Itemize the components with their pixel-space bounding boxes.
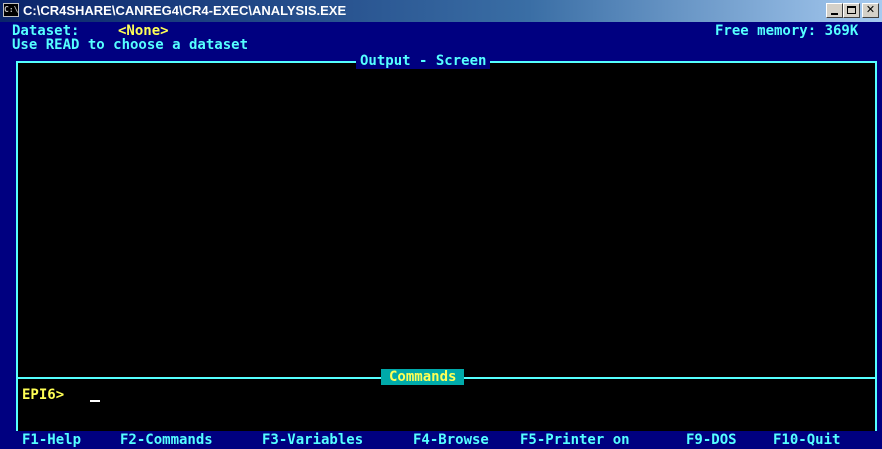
console-icon[interactable]: C:\ — [3, 3, 19, 17]
minimize-icon — [831, 13, 838, 15]
minimize-button[interactable] — [826, 3, 843, 18]
text-cursor — [90, 400, 100, 402]
commands-panel[interactable] — [16, 377, 877, 433]
close-button[interactable]: ✕ — [862, 3, 879, 18]
f3-variables-key[interactable]: F3-Variables — [262, 432, 363, 448]
output-screen-panel — [16, 61, 877, 381]
close-icon: ✕ — [865, 3, 876, 16]
title-bar[interactable]: C:\ C:\CR4SHARE\CANREG4\CR4-EXEC\ANALYSI… — [0, 0, 882, 22]
f5-printer-key[interactable]: F5-Printer on — [520, 432, 630, 448]
f2-commands-key[interactable]: F2-Commands — [120, 432, 213, 448]
maximize-icon — [847, 6, 856, 14]
maximize-button[interactable] — [843, 3, 860, 18]
f4-browse-key[interactable]: F4-Browse — [413, 432, 489, 448]
f10-quit-key[interactable]: F10-Quit — [773, 432, 840, 448]
window-title: C:\CR4SHARE\CANREG4\CR4-EXEC\ANALYSIS.EX… — [23, 3, 347, 18]
command-prompt[interactable]: EPI6> — [22, 387, 64, 403]
commands-title: Commands — [381, 369, 465, 385]
console-window: C:\ C:\CR4SHARE\CANREG4\CR4-EXEC\ANALYSI… — [0, 0, 882, 449]
free-memory: Free memory: 369K — [715, 23, 859, 39]
output-screen-title: Output - Screen — [356, 53, 491, 69]
f1-help-key[interactable]: F1-Help — [22, 432, 81, 448]
function-key-bar: F1-Help F2-Commands F3-Variables F4-Brow… — [0, 431, 882, 449]
dataset-hint: Use READ to choose a dataset — [12, 37, 249, 53]
f9-dos-key[interactable]: F9-DOS — [686, 432, 737, 448]
